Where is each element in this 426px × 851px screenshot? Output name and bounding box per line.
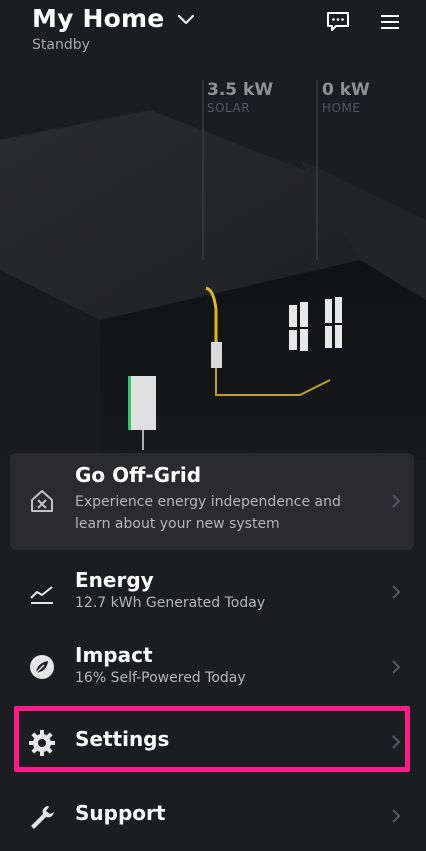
chat-bubble-icon[interactable]	[324, 8, 352, 36]
energy-label: Energy	[75, 568, 154, 592]
solar-value: 3.5 kW	[207, 80, 274, 100]
energy-desc: 12.7 kWh Generated Today	[75, 595, 266, 611]
home-value: 0 kW	[322, 80, 370, 100]
home-title: My Home	[32, 4, 165, 33]
chevron-right-icon	[390, 659, 402, 675]
chevron-right-icon	[390, 808, 402, 824]
support-label: Support	[75, 801, 166, 825]
offgrid-label: Go Off-Grid	[75, 463, 202, 487]
home-label: HOME	[322, 101, 361, 115]
leaf-icon	[26, 651, 58, 683]
offgrid-desc: Experience energy independence and learn…	[75, 494, 341, 532]
home-illustration: 3.5 kW SOLAR 0 kW HOME	[0, 70, 426, 460]
home-status: Standby	[32, 37, 90, 53]
house-graphic	[0, 80, 426, 460]
hamburger-menu-icon[interactable]	[376, 8, 404, 36]
chevron-right-icon	[390, 493, 402, 509]
energy-graph-icon	[26, 578, 58, 610]
chevron-right-icon	[390, 584, 402, 600]
settings-highlight	[14, 706, 410, 772]
chevron-down-icon[interactable]	[176, 9, 196, 29]
house-offgrid-icon	[26, 485, 58, 517]
wrench-icon	[26, 801, 58, 833]
impact-desc: 16% Self-Powered Today	[75, 670, 246, 686]
impact-label: Impact	[75, 643, 153, 667]
solar-label: SOLAR	[207, 101, 251, 115]
home-stat: 0 kW HOME	[322, 80, 426, 115]
solar-stat: 3.5 kW SOLAR	[207, 80, 322, 115]
